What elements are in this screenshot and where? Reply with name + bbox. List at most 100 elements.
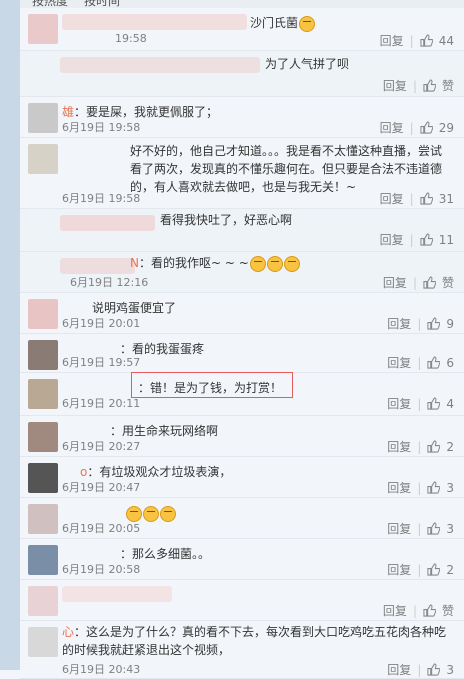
avatar[interactable] — [28, 422, 58, 452]
like-count: 6 — [446, 355, 454, 370]
reply-button[interactable]: 回复 — [387, 395, 411, 412]
comment-time: 6月19日 20:05 — [62, 522, 141, 535]
user-name[interactable] — [62, 586, 172, 602]
avatar[interactable] — [28, 379, 58, 409]
comment-time: 6月19日 20:11 — [62, 397, 141, 410]
reply-button[interactable]: 回复 — [387, 438, 411, 455]
comment-text: 要是屎，我就更佩服了； — [86, 105, 219, 119]
avatar[interactable] — [28, 627, 58, 657]
divider: | — [417, 396, 422, 411]
divider: | — [412, 603, 417, 618]
divider: | — [417, 480, 422, 495]
thumbs-up-icon[interactable] — [427, 356, 441, 369]
like-count: 11 — [438, 232, 454, 247]
comment-row: 说明鸡蛋便宜了 6月19日 20:01 回复 | 9 — [20, 293, 464, 334]
comment-text: 这么是为了什么？真的看不下去，每次看到大口吃鸡吃五花肉各种吃的时候我就赶紧退出这… — [62, 625, 447, 657]
avatar[interactable] — [28, 504, 58, 534]
comment-text: 好不好的，他自己才知道。。。我是看不太懂这种直播，尝试看了两次，发现真的不懂乐趣… — [130, 144, 443, 194]
avatar[interactable] — [28, 586, 58, 616]
comment-row: 雄：要是屎，我就更佩服了； 6月19日 19:58 回复 | 29 — [20, 97, 464, 138]
thumbs-up-icon[interactable] — [420, 121, 433, 134]
user-name[interactable]: o — [80, 465, 87, 479]
like-count: 3 — [446, 521, 454, 536]
comment-row: 回复 | 赞 — [20, 580, 464, 621]
thumbs-up-icon[interactable] — [427, 397, 441, 410]
thumbs-up-icon[interactable] — [427, 440, 441, 453]
comment-row: ：看的我蛋蛋疼 6月19日 19:57 回复 | 6 — [20, 334, 464, 373]
divider: | — [417, 521, 422, 536]
like-count: 3 — [446, 480, 454, 495]
reply-button[interactable]: 回复 — [387, 561, 411, 578]
comment-row: ：用生命来玩网络啊 6月19日 20:27 回复 | 2 — [20, 416, 464, 457]
user-name[interactable] — [60, 57, 260, 73]
thumbs-up-icon[interactable] — [420, 233, 433, 246]
reply-button[interactable]: 回复 — [380, 231, 404, 248]
user-name[interactable]: 雄 — [62, 105, 74, 119]
user-name[interactable] — [62, 14, 247, 30]
reply-button[interactable]: 回复 — [383, 602, 407, 619]
comment-time: 6月19日 20:43 — [62, 663, 141, 676]
like-count: 29 — [438, 120, 454, 135]
comment-time: 6月19日 19:57 — [62, 356, 141, 369]
divider: | — [409, 191, 414, 206]
avatar[interactable] — [28, 299, 58, 329]
like-count: 2 — [446, 439, 454, 454]
tab-hot[interactable]: 按热度 — [32, 0, 68, 8]
comment-row: 6月19日 20:05 回复 | 3 — [20, 498, 464, 539]
sort-tabs-bar: 按热度 按时间 — [20, 0, 464, 8]
comment-row: ：那么多细菌。。 6月19日 20:58 回复 | 2 — [20, 539, 464, 580]
tears-emoji-icon — [143, 505, 159, 522]
avatar[interactable] — [28, 144, 58, 174]
avatar[interactable] — [28, 14, 58, 44]
reply-button[interactable]: 回复 — [383, 77, 407, 94]
reply-button[interactable]: 回复 — [387, 479, 411, 496]
avatar[interactable] — [28, 103, 58, 133]
reply-row: N：看的我作呕~ ~ ~ 6月19日 12:16 回复 | 赞 — [20, 252, 464, 293]
reply-button[interactable]: 回复 — [380, 119, 404, 136]
comment-row: 沙门氏菌 19:58 回复 | 44 — [20, 8, 464, 51]
reply-button[interactable]: 回复 — [387, 520, 411, 537]
comment-time: 6月19日 19:58 — [62, 121, 141, 134]
user-name-blur — [60, 258, 135, 274]
user-name[interactable]: 心 — [62, 625, 74, 639]
thumbs-up-icon[interactable] — [420, 34, 433, 47]
tears-emoji-icon — [249, 255, 266, 272]
comment-time: 6月19日 12:16 — [70, 276, 149, 289]
reply-button[interactable]: 回复 — [380, 32, 404, 49]
avatar[interactable] — [28, 340, 58, 370]
tears-emoji-icon — [160, 505, 176, 522]
divider: | — [417, 316, 422, 331]
reply-button[interactable]: 回复 — [383, 274, 407, 291]
divider: | — [417, 562, 422, 577]
thumbs-up-icon[interactable] — [427, 522, 441, 535]
avatar[interactable] — [28, 463, 58, 493]
reply-button[interactable]: 回复 — [380, 190, 404, 207]
thumbs-up-icon[interactable] — [420, 192, 433, 205]
left-sidebar-strip — [0, 0, 20, 670]
divider: | — [417, 439, 422, 454]
comment-text: 那么多细菌。。 — [132, 547, 211, 561]
comment-text: 看的我作呕~ ~ ~ — [151, 256, 249, 270]
thumbs-up-icon[interactable] — [427, 563, 441, 576]
thumbs-up-icon[interactable] — [423, 276, 436, 289]
reply-button[interactable]: 回复 — [387, 354, 411, 371]
comment-time: 6月19日 20:01 — [62, 317, 141, 330]
comment-time: 6月19日 19:58 — [62, 192, 141, 205]
user-name[interactable]: N — [130, 256, 139, 270]
comment-text: 用生命来玩网络啊 — [122, 424, 219, 438]
thumbs-up-icon[interactable] — [423, 604, 436, 617]
thumbs-up-icon[interactable] — [423, 79, 436, 92]
divider: | — [412, 275, 417, 290]
avatar[interactable] — [28, 545, 58, 575]
thumbs-up-icon[interactable] — [427, 317, 441, 330]
highlight-box — [131, 372, 293, 398]
thumbs-up-icon[interactable] — [427, 481, 441, 494]
user-name[interactable] — [60, 215, 155, 231]
tab-time[interactable]: 按时间 — [84, 0, 120, 8]
comment-time: 19:58 — [115, 32, 147, 45]
like-count: 2 — [446, 562, 454, 577]
comment-time: 6月19日 20:27 — [62, 440, 141, 453]
like-count: 4 — [446, 396, 454, 411]
reply-button[interactable]: 回复 — [387, 315, 411, 332]
comment-list: 沙门氏菌 19:58 回复 | 44 为了人气拼了呗 回复 | 赞 雄：要是屎，… — [20, 8, 464, 679]
